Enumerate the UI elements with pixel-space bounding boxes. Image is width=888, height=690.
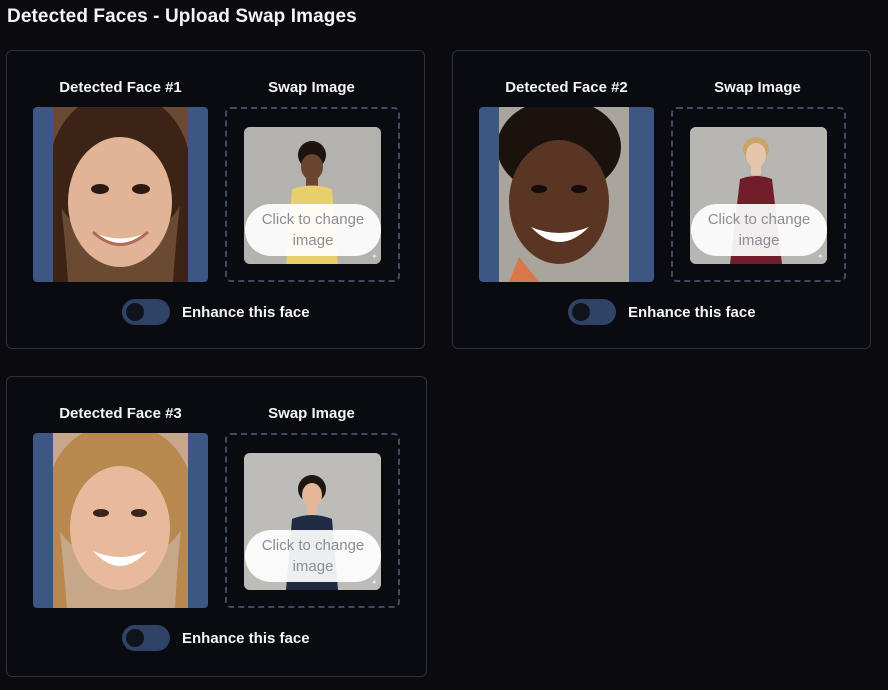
enhance-toggle[interactable] [122, 299, 170, 325]
toggle-knob [572, 303, 590, 321]
change-image-text-2: image [738, 232, 780, 249]
swap-image-thumbnail[interactable]: Click to change image ✦ [244, 453, 381, 590]
swap-image-label: Swap Image [714, 79, 801, 96]
resize-handle-icon: ✦ [371, 578, 378, 587]
detected-face-image [33, 107, 208, 282]
change-image-text: Click to change [707, 211, 811, 228]
toggle-knob [126, 303, 144, 321]
swap-image-dropzone[interactable]: Click to change image ✦ [225, 433, 400, 608]
resize-handle-icon: ✦ [817, 252, 824, 261]
enhance-toggle-row: Enhance this face [122, 625, 310, 651]
enhance-label: Enhance this face [628, 303, 756, 321]
detected-face-label: Detected Face #3 [59, 405, 182, 422]
face-card-1: Detected Face #1 Swap Image Click to cha… [6, 50, 425, 349]
change-image-text: Click to change [261, 211, 365, 228]
change-image-text-2: image [292, 558, 334, 575]
swap-image-thumbnail[interactable]: Click to change image ✦ [244, 127, 381, 264]
enhance-toggle-row: Enhance this face [122, 299, 310, 325]
face-card-2: Detected Face #2 Swap Image Click to cha… [452, 50, 871, 349]
detected-face-label: Detected Face #2 [505, 79, 628, 96]
change-image-button[interactable]: Click to change image [245, 530, 381, 582]
change-image-text-2: image [292, 232, 334, 249]
enhance-label: Enhance this face [182, 303, 310, 321]
detected-face-image [479, 107, 654, 282]
page-title: Detected Faces - Upload Swap Images [7, 6, 357, 27]
change-image-text: Click to change [261, 537, 365, 554]
swap-image-label: Swap Image [268, 405, 355, 422]
face-card-3: Detected Face #3 Swap Image Click to cha… [6, 376, 427, 677]
toggle-knob [126, 629, 144, 647]
enhance-toggle-row: Enhance this face [568, 299, 756, 325]
swap-image-thumbnail[interactable]: Click to change image ✦ [690, 127, 827, 264]
change-image-button[interactable]: Click to change image [245, 204, 381, 256]
swap-image-label: Swap Image [268, 79, 355, 96]
enhance-label: Enhance this face [182, 629, 310, 647]
enhance-toggle[interactable] [568, 299, 616, 325]
enhance-toggle[interactable] [122, 625, 170, 651]
change-image-button[interactable]: Click to change image [691, 204, 827, 256]
swap-image-dropzone[interactable]: Click to change image ✦ [225, 107, 400, 282]
detected-face-image [33, 433, 208, 608]
swap-image-dropzone[interactable]: Click to change image ✦ [671, 107, 846, 282]
detected-face-label: Detected Face #1 [59, 79, 182, 96]
resize-handle-icon: ✦ [371, 252, 378, 261]
